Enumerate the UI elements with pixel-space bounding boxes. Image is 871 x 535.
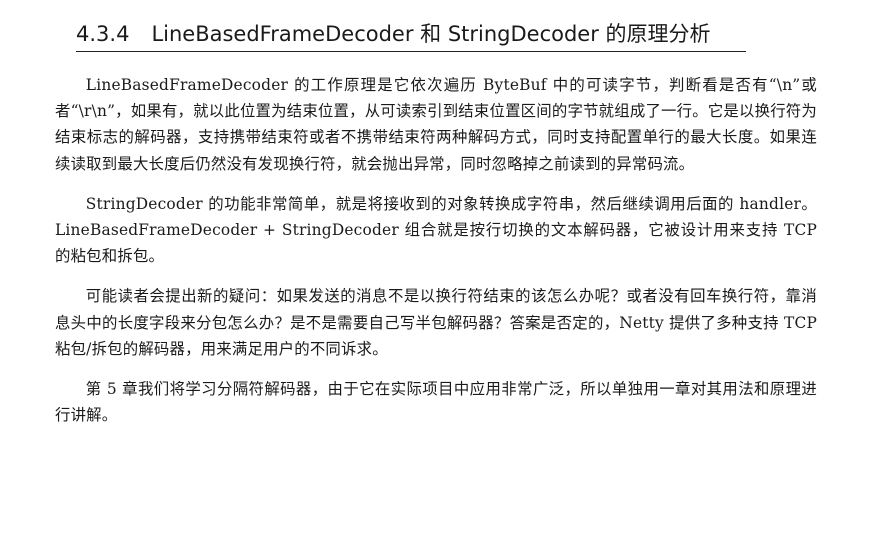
section-number: 4.3.4	[76, 22, 130, 46]
paragraph-string-decoder: StringDecoder 的功能非常简单，就是将接收到的对象转换成字符串，然后…	[55, 194, 817, 266]
body-text: LineBasedFrameDecoder 的工作原理是它依次遍历 ByteBu…	[55, 72, 817, 442]
paragraph-reader-question: 可能读者会提出新的疑问：如果发送的消息不是以换行符结束的该怎么办呢？或者没有回车…	[55, 287, 817, 358]
document-page: 4.3.4 LineBasedFrameDecoder 和 StringDecod…	[0, 0, 871, 535]
paragraph-line-based-decoder: LineBasedFrameDecoder 的工作原理是它依次遍历 ByteBu…	[55, 76, 817, 173]
paragraph-chapter-5-preview: 第 5 章我们将学习分隔符解码器，由于它在实际项目中应用非常广泛，所以单独用一章…	[55, 380, 817, 425]
section-title: LineBasedFrameDecoder 和 StringDecoder 的原…	[151, 22, 711, 46]
section-heading: 4.3.4 LineBasedFrameDecoder 和 StringDecod…	[76, 19, 746, 52]
